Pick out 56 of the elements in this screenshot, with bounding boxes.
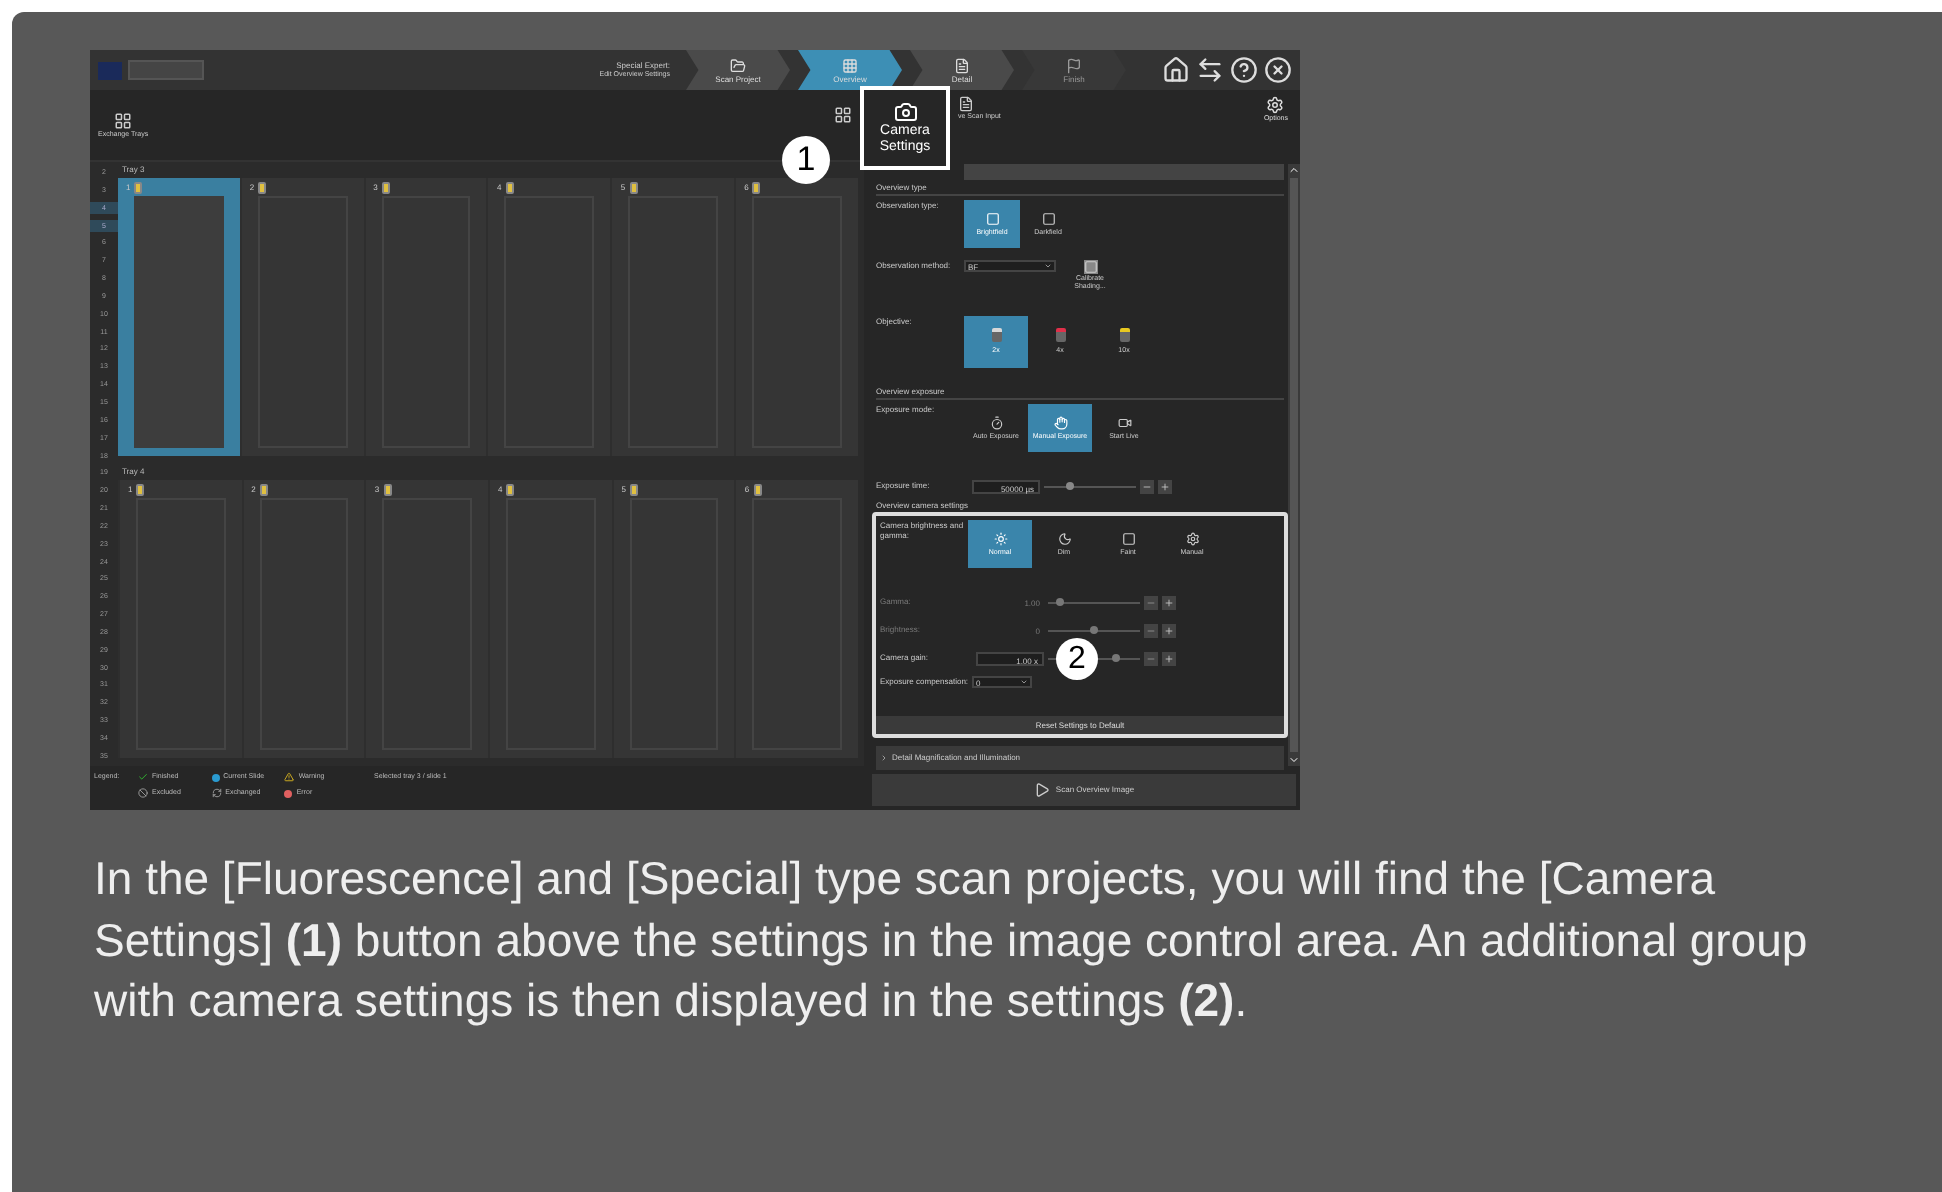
slide-icon	[752, 181, 761, 193]
minus-button[interactable]	[1144, 623, 1158, 637]
slide-icon	[258, 181, 267, 193]
slide-icon	[136, 483, 145, 495]
square-icon	[985, 212, 999, 226]
square-icon	[1121, 532, 1135, 546]
excluded-icon	[138, 788, 148, 799]
sun-icon	[993, 532, 1007, 546]
slide-icon	[134, 181, 143, 193]
settings-icon	[1266, 96, 1285, 114]
grid-icon	[842, 57, 858, 73]
slider-thumb[interactable]	[1065, 481, 1073, 489]
hand-icon	[1053, 416, 1067, 430]
minus-button[interactable]	[1144, 595, 1158, 609]
scroll-up-icon[interactable]	[1288, 164, 1300, 176]
slider-thumb[interactable]	[1111, 653, 1119, 661]
minus-button[interactable]	[1144, 651, 1158, 665]
grid-icon	[114, 111, 133, 129]
scroll-down-icon[interactable]	[1288, 754, 1300, 766]
exchange-icon	[211, 788, 222, 799]
gear-icon	[1185, 532, 1199, 546]
plus-button[interactable]	[1162, 651, 1176, 665]
folder-icon	[730, 57, 746, 73]
caption-text: In the [Fluorescence] and [Special] type scan projects, you will find the [Camera Settings] (1) button above the settings in the image control area. An additional group with camera settings is then displayed in the settings (2).	[94, 850, 1810, 1030]
square-icon	[1041, 212, 1055, 226]
title-field	[128, 60, 204, 80]
scrollbar[interactable]	[1288, 164, 1300, 766]
check-icon	[138, 772, 148, 783]
play-icon	[1033, 782, 1050, 798]
slide-icon	[505, 181, 514, 193]
slide-icon	[629, 483, 638, 495]
plus-button[interactable]	[1158, 479, 1172, 493]
close-icon[interactable]	[1264, 56, 1292, 84]
app-logo	[98, 61, 122, 79]
flag-icon	[1066, 57, 1082, 73]
help-icon[interactable]	[1230, 56, 1258, 84]
slide-icon	[629, 181, 638, 193]
home-icon[interactable]	[1162, 56, 1190, 84]
timer-icon	[989, 416, 1003, 430]
grid-icon[interactable]	[834, 106, 852, 124]
square-icon	[1083, 260, 1097, 274]
switch-icon[interactable]	[1196, 56, 1224, 84]
warning-icon	[284, 772, 295, 783]
slide-icon	[753, 483, 762, 495]
camera-icon	[893, 100, 917, 124]
plus-button[interactable]	[1162, 595, 1176, 609]
moon-icon	[1057, 532, 1071, 546]
plus-button[interactable]	[1162, 623, 1176, 637]
slide-icon	[381, 181, 390, 193]
minus-button[interactable]	[1140, 479, 1154, 493]
slide-icon	[383, 483, 392, 495]
slide-icon	[259, 483, 268, 495]
slide-icon	[506, 483, 515, 495]
document-icon	[958, 96, 974, 112]
video-camera-icon	[1117, 416, 1131, 430]
document-icon	[954, 57, 970, 73]
